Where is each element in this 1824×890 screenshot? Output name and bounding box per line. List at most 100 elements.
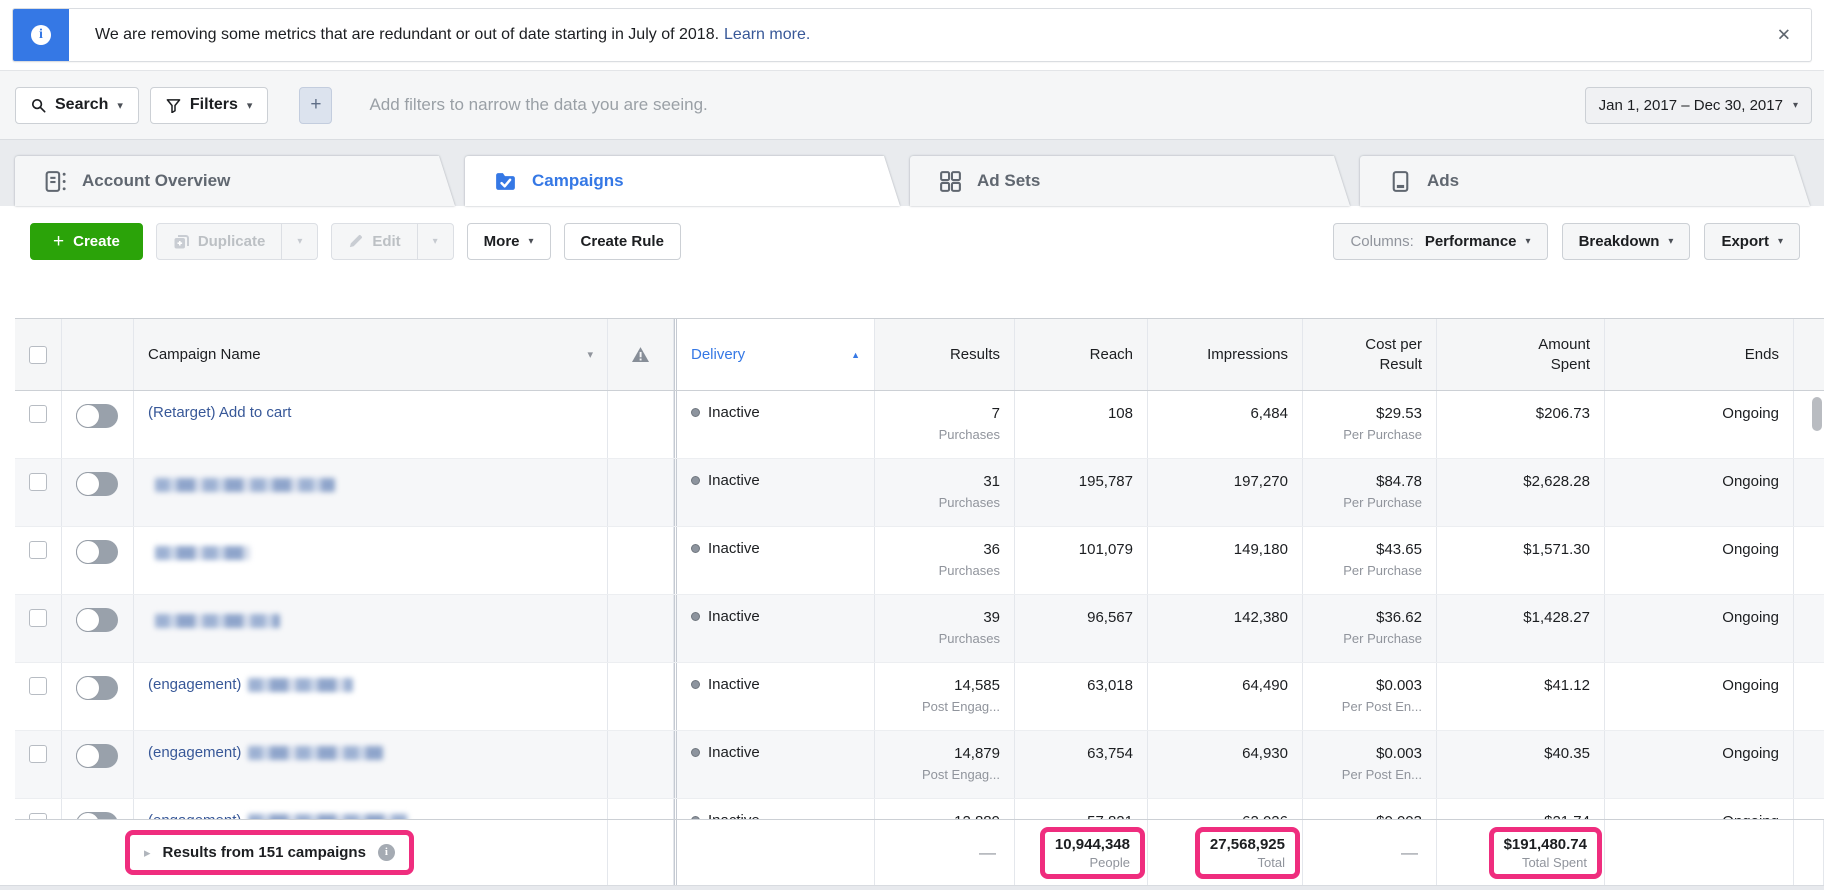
row-select-cell [15,459,62,526]
row-checkbox[interactable] [29,677,47,695]
campaign-name-link[interactable]: (engagement) [148,676,353,693]
tab-ad-sets[interactable]: Ad Sets [910,156,1350,206]
impressions-column-header[interactable]: Impressions [1148,319,1303,390]
breakdown-button[interactable]: Breakdown ▾ [1562,223,1691,260]
summary-results-value: — [979,843,1012,863]
row-checkbox[interactable] [29,609,47,627]
banner-close-button[interactable]: ✕ [1777,27,1791,44]
date-range-selector[interactable]: Jan 1, 2017 – Dec 30, 2017 ▾ [1585,87,1812,124]
campaign-name-cell [134,595,608,662]
results-column-header[interactable]: Results [875,319,1015,390]
ends-cell: Ongoing [1605,459,1794,526]
account-overview-icon [43,169,68,194]
ends-column-header[interactable]: Ends [1605,319,1794,390]
spacer-cell [1794,595,1824,662]
annotation-box-campaign-count: ▸ Results from 151 campaigns i [125,830,414,875]
campaign-name-text: (Retarget) Add to cart [148,404,291,421]
campaign-name-link[interactable]: (engagement) [148,744,383,761]
amount-spent-column-header[interactable]: Amount Spent [1437,319,1605,390]
status-dot-icon [691,408,700,417]
create-rule-button[interactable]: Create Rule [564,223,681,260]
campaign-name-link[interactable]: (Retarget) Add to cart [148,404,291,421]
cost-per-result-column-header[interactable]: Cost per Result [1303,319,1437,390]
filters-button[interactable]: Filters ▾ [150,87,269,124]
summary-ends-cell [1605,820,1794,885]
export-button[interactable]: Export ▾ [1704,223,1800,260]
sort-ascending-icon: ▲ [851,350,860,360]
ad-sets-grid-icon [938,169,963,194]
learn-more-link[interactable]: Learn more. [724,26,810,44]
campaign-active-toggle[interactable] [76,608,118,632]
filter-bar: Search ▾ Filters ▾ + Add filters to narr… [0,70,1824,140]
toggle-knob [76,472,100,496]
delivery-status-text: Inactive [708,540,760,557]
expand-chevron-icon[interactable]: ▸ [144,845,151,861]
info-banner-icon: i [13,9,69,61]
campaign-name-link[interactable] [148,546,250,560]
ends-header-label: Ends [1745,345,1779,365]
create-button[interactable]: + Create [30,223,143,260]
actions-toolbar: + Create Duplicate ▾ Edit ▾ [0,206,1824,318]
tab-label: Ads [1427,171,1459,191]
row-checkbox[interactable] [29,473,47,491]
spacer-cell [1794,459,1824,526]
campaign-active-toggle[interactable] [76,404,118,428]
campaign-active-toggle[interactable] [76,472,118,496]
amount-spent-cell: $40.35 [1437,731,1605,798]
campaign-name-cell: (engagement) [134,663,608,730]
duplicate-button[interactable]: Duplicate [157,224,282,259]
campaign-name-link[interactable] [148,614,280,628]
cost-per-result-cell: $0.003 Per Post En... [1303,663,1437,730]
search-button[interactable]: Search ▾ [15,87,139,124]
campaign-name-cell: (Retarget) Add to cart [134,391,608,458]
tab-ads[interactable]: Ads [1360,156,1810,206]
delivery-cell: Inactive [674,527,875,594]
columns-button[interactable]: Columns: Performance ▾ [1333,223,1547,260]
results-cell: 7 Purchases [875,391,1015,458]
table-row: Inactive 31 Purchases 195,787 197,270 $8… [15,459,1824,527]
campaign-name-text: (engagement) [148,676,241,693]
row-toggle-cell [62,663,134,730]
tab-campaigns[interactable]: Campaigns [465,156,900,206]
campaign-name-link[interactable] [148,478,335,492]
filter-placeholder-text[interactable]: Add filters to narrow the data you are s… [369,95,1584,115]
campaign-active-toggle[interactable] [76,540,118,564]
notice-banner: i We are removing some metrics that are … [12,8,1812,62]
cost-per-result-cell: $29.53 Per Purchase [1303,391,1437,458]
filter-funnel-icon [166,98,181,113]
row-checkbox[interactable] [29,405,47,423]
status-dot-icon [691,544,700,553]
columns-prefix-label: Columns: [1350,233,1413,250]
campaign-name-text: (engagement) [148,744,241,761]
summary-results-cell: — [875,820,1015,885]
row-checkbox[interactable] [29,541,47,559]
campaign-name-column-header[interactable]: Campaign Name ▾ [134,319,608,390]
select-all-checkbox[interactable] [29,346,47,364]
duplicate-dropdown-button[interactable]: ▾ [281,224,317,259]
amount-spent-cell: $206.73 [1437,391,1605,458]
redacted-campaign-name [155,478,335,492]
ends-cell: Ongoing [1605,391,1794,458]
edit-dropdown-button[interactable]: ▾ [417,224,453,259]
reach-column-header[interactable]: Reach [1015,319,1148,390]
plus-icon: + [310,94,321,116]
vertical-scrollbar-thumb[interactable] [1812,397,1822,431]
add-filter-button[interactable]: + [299,87,332,124]
row-checkbox[interactable] [29,745,47,763]
delivery-column-header[interactable]: Delivery ▲ [674,319,875,390]
info-icon[interactable]: i [378,844,395,861]
reach-cell: 96,567 [1015,595,1148,662]
table-header-row: Campaign Name ▾ Delivery ▲ Results Reach… [15,319,1824,391]
row-toggle-cell [62,391,134,458]
summary-reach-cell: 10,944,348 People [1015,820,1148,885]
campaign-active-toggle[interactable] [76,676,118,700]
campaign-active-toggle[interactable] [76,744,118,768]
tab-account-overview[interactable]: Account Overview [15,156,455,206]
table-body: (Retarget) Add to cart Inactive 7 Purcha… [15,391,1824,867]
results-cell: 31 Purchases [875,459,1015,526]
edit-button[interactable]: Edit [332,224,416,259]
more-button[interactable]: More ▾ [467,223,551,260]
delivery-cell: Inactive [674,391,875,458]
summary-label-cell: ▸ Results from 151 campaigns i [15,820,608,885]
edit-button-label: Edit [372,233,400,250]
